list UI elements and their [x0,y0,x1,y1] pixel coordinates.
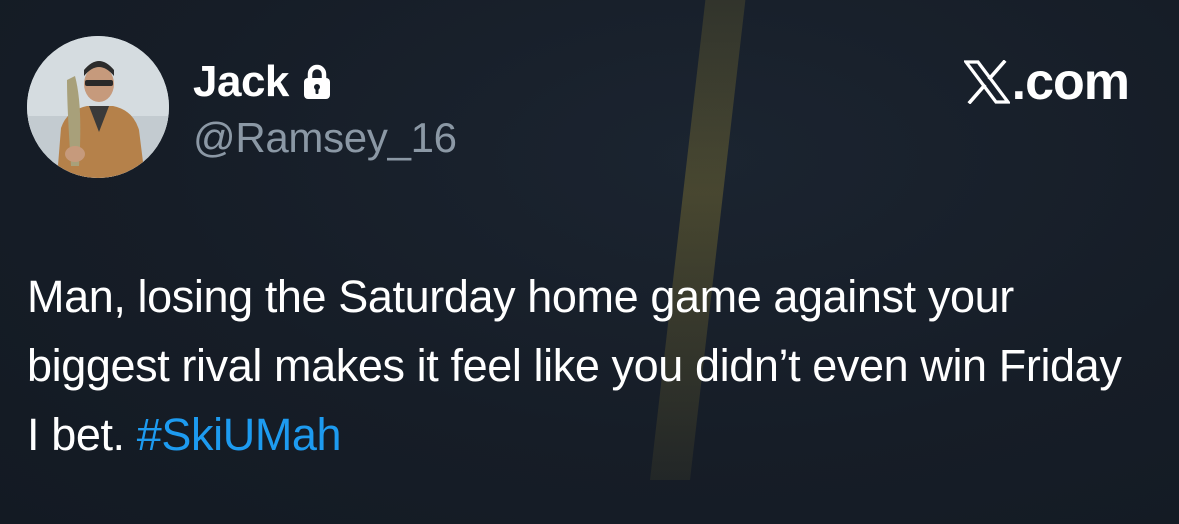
avatar-photo [27,36,169,178]
user-name-row: Jack [193,56,333,108]
x-logo-icon [962,59,1011,105]
brand-logo: .com [962,53,1130,111]
brand-text: .com [1011,53,1130,111]
lock-icon [301,63,333,101]
avatar[interactable] [27,36,169,178]
user-handle[interactable]: @Ramsey_16 [193,114,457,161]
display-name[interactable]: Jack [193,60,289,104]
tweet-card: Jack @Ramsey_16 .com Man, losing the Sat… [0,0,1179,524]
hashtag-link[interactable]: #SkiUMah [137,409,342,460]
tweet-text: Man, losing the Saturday home game again… [27,262,1137,469]
